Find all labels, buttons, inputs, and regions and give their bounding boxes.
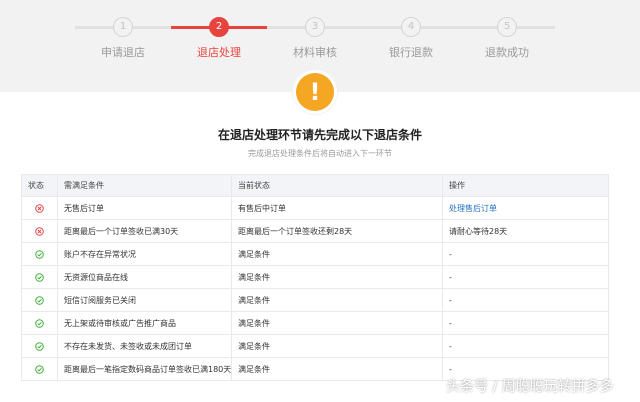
check-circle-icon [35,318,44,328]
warning-icon: ! [293,70,337,114]
step-2: 2 退店处理 [171,17,267,60]
notice-subtitle: 完成退店处理条件后将自动进入下一环节 [248,149,392,158]
condition-cell: 距离最后一笔指定数码商品订单签收已满180天 [57,357,232,381]
current-status-cell: 满足条件 [231,265,443,289]
step-number: 2 [209,17,229,37]
table-row: 不存在未发货、未签收或未成团订单 满足条件 - [21,334,609,358]
step-5: 5 退款成功 [459,17,555,60]
action-text: 请耐心等待28天 [449,226,508,236]
action-cell: 请耐心等待28天 [442,219,609,243]
error-circle-icon [35,203,44,213]
current-status-cell: 满足条件 [231,288,443,312]
condition-cell: 距离最后一个订单签收已满30天 [57,219,232,243]
table-row: 无上架或待审核或广告推广商品 满足条件 - [21,311,609,335]
table-body: 无售后订单 有售后中订单 处理售后订单 距离最后一个订单签收已满30天 距离最后一个订单… [21,196,609,381]
action-cell: - [442,265,609,289]
conditions-table: 状态 需满足条件 当前状态 操作 无售后订单 有售后中订单 处理售后订单 距离最后一个… [21,174,609,381]
condition-cell: 无上架或待审核或广告推广商品 [57,311,232,335]
step-4: 4 银行退款 [363,17,459,60]
step-number: 5 [497,17,517,37]
step-label: 材料审核 [293,46,337,59]
condition-cell: 短信订阅服务已关闭 [57,288,232,312]
header-status: 状态 [21,174,58,197]
check-circle-icon [35,295,44,305]
current-status-cell: 满足条件 [231,242,443,266]
table-row: 无售后订单 有售后中订单 处理售后订单 [21,196,609,220]
table-row: 账户不存在异常状况 满足条件 - [21,242,609,266]
step-number: 4 [401,17,421,37]
error-circle-icon [35,226,44,236]
status-cell [21,265,58,289]
action-link[interactable]: 处理售后订单 [449,204,497,213]
warning-symbol: ! [296,73,334,111]
action-cell: - [442,311,609,335]
action-text: - [449,318,452,328]
action-text: - [449,249,452,259]
action-text: - [449,272,452,282]
check-circle-icon [35,341,44,351]
watermark: 头条号 / 周聪聪玩转拼多多 [446,379,614,395]
table-row: 短信订阅服务已关闭 满足条件 - [21,288,609,312]
check-circle-icon [35,364,44,374]
status-cell [21,242,58,266]
current-status-cell: 满足条件 [231,357,443,381]
step-label: 退店处理 [197,46,241,59]
current-status-cell: 有售后中订单 [231,196,443,220]
status-cell [21,334,58,358]
action-cell: - [442,334,609,358]
header-current: 当前状态 [231,174,443,197]
condition-cell: 无资源位商品在线 [57,265,232,289]
condition-cell: 不存在未发货、未签收或未成团订单 [57,334,232,358]
table-header-row: 状态 需满足条件 当前状态 操作 [21,174,609,197]
status-cell [21,288,58,312]
status-cell [21,357,58,381]
table-row: 无资源位商品在线 满足条件 - [21,265,609,289]
action-cell: - [442,242,609,266]
current-status-cell: 距离最后一个订单签收还剩28天 [231,219,443,243]
check-circle-icon [35,249,44,259]
status-cell [21,311,58,335]
action-text: - [449,295,452,305]
current-status-cell: 满足条件 [231,311,443,335]
header-condition: 需满足条件 [57,174,232,197]
action-cell: - [442,288,609,312]
step-number: 1 [113,17,133,37]
current-status-cell: 满足条件 [231,334,443,358]
action-text: - [449,364,452,374]
action-text: - [449,341,452,351]
condition-cell: 无售后订单 [57,196,232,220]
action-cell: 处理售后订单 [442,196,609,220]
check-circle-icon [35,272,44,282]
step-label: 申请退店 [101,46,145,59]
step-label: 银行退款 [389,46,433,59]
header-action: 操作 [442,174,609,197]
notice-title: 在退店处理环节请先完成以下退店条件 [217,128,422,142]
step-label: 退款成功 [485,46,529,59]
status-cell [21,219,58,243]
step-3: 3 材料审核 [267,17,363,60]
step-1: 1 申请退店 [75,17,171,60]
step-number: 3 [305,17,325,37]
condition-cell: 账户不存在异常状况 [57,242,232,266]
status-cell [21,196,58,220]
table-row: 距离最后一个订单签收已满30天 距离最后一个订单签收还剩28天 请耐心等待28天 [21,219,609,243]
